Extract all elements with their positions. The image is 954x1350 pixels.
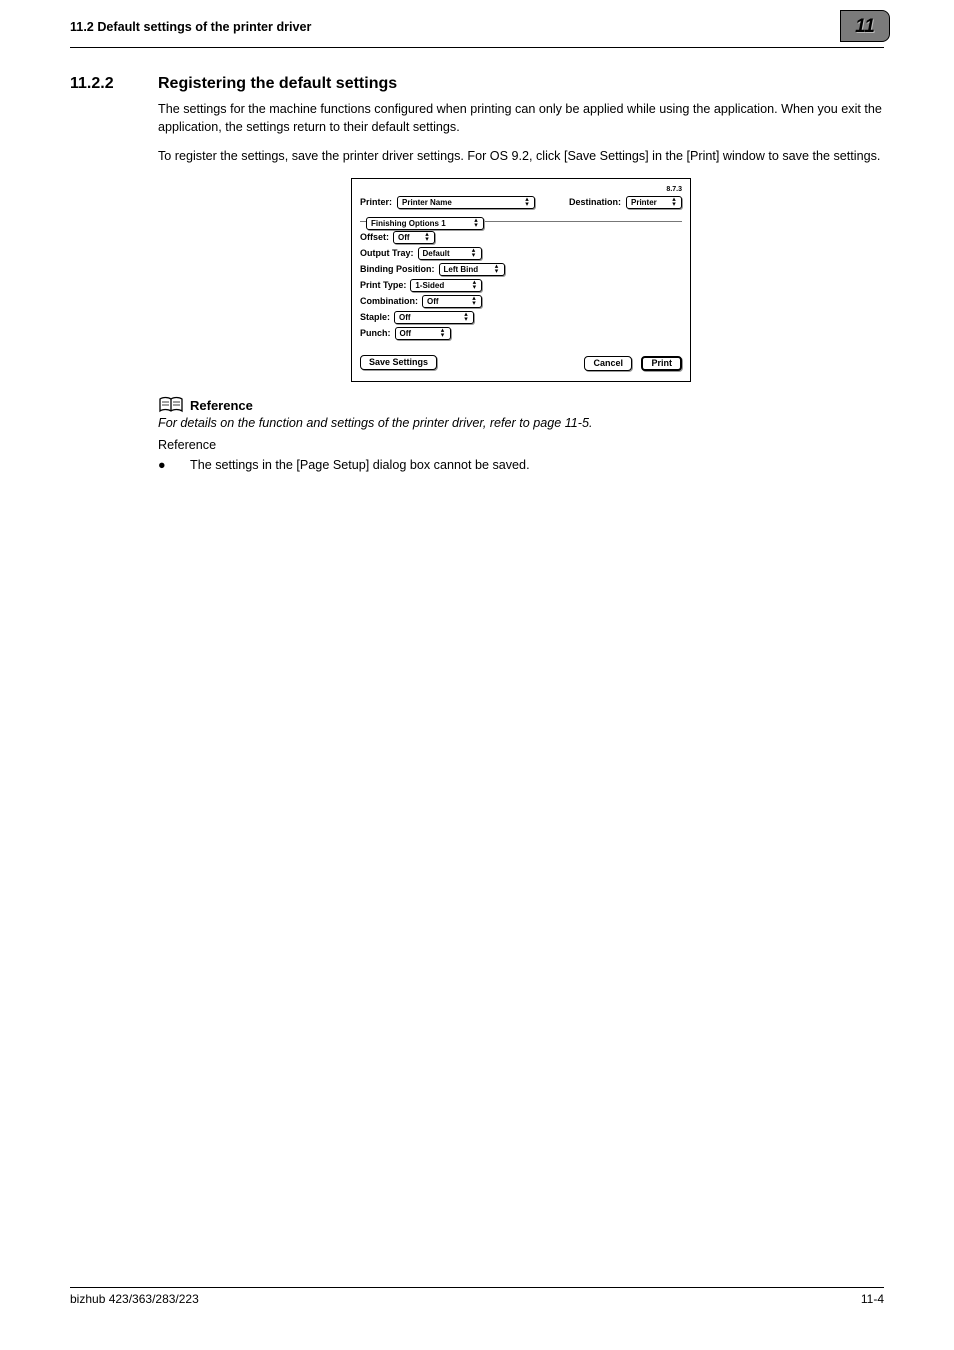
dialog-version: 8.7.3	[360, 185, 682, 195]
print-type-value: 1-Sided	[415, 280, 444, 291]
header-section-label: 11.2 Default settings of the printer dri…	[70, 20, 311, 34]
punch-select[interactable]: Off	[395, 327, 451, 340]
reference-subheading: Reference	[158, 438, 884, 452]
output-tray-value: Default	[423, 248, 450, 259]
output-tray-select[interactable]: Default	[418, 247, 482, 260]
staple-value: Off	[399, 312, 411, 323]
book-icon	[158, 396, 184, 414]
select-arrows-icon	[472, 218, 480, 228]
save-settings-button[interactable]: Save Settings	[360, 355, 437, 370]
select-arrows-icon	[470, 248, 478, 258]
reference-text: For details on the function and settings…	[158, 416, 884, 430]
punch-label: Punch:	[360, 327, 391, 340]
binding-position-select[interactable]: Left Bind	[439, 263, 505, 276]
print-button[interactable]: Print	[641, 356, 682, 371]
binding-position-value: Left Bind	[444, 264, 479, 275]
destination-select-value: Printer	[631, 197, 657, 208]
reference-heading: Reference	[190, 398, 253, 413]
select-arrows-icon	[423, 232, 431, 242]
select-arrows-icon	[523, 197, 531, 207]
panel-select[interactable]: Finishing Options 1	[366, 217, 484, 230]
reference-heading-row: Reference	[158, 396, 884, 414]
offset-label: Offset:	[360, 231, 389, 244]
footer-page-number: 11-4	[861, 1292, 884, 1306]
destination-label: Destination:	[569, 196, 621, 209]
select-arrows-icon	[439, 328, 447, 338]
printer-select-value: Printer Name	[402, 197, 452, 208]
dialog-buttons: Save Settings Cancel Print	[360, 354, 682, 372]
footer-left: bizhub 423/363/283/223	[70, 1292, 199, 1306]
combination-value: Off	[427, 296, 439, 307]
offset-value: Off	[398, 232, 410, 243]
binding-position-label: Binding Position:	[360, 263, 435, 276]
select-arrows-icon	[462, 312, 470, 322]
print-dialog: 8.7.3 Printer: Printer Name Destination:…	[351, 178, 691, 382]
paragraph-1: The settings for the machine functions c…	[158, 101, 884, 136]
printer-label: Printer:	[360, 196, 392, 209]
chapter-badge: 11	[840, 10, 890, 42]
select-arrows-icon	[470, 280, 478, 290]
select-arrows-icon	[670, 197, 678, 207]
page-content: 11.2.2 Registering the default settings …	[70, 74, 884, 472]
staple-select[interactable]: Off	[394, 311, 474, 324]
staple-label: Staple:	[360, 311, 390, 324]
cancel-button[interactable]: Cancel	[584, 356, 632, 371]
paragraph-2: To register the settings, save the print…	[158, 148, 884, 166]
select-arrows-icon	[470, 296, 478, 306]
printer-select[interactable]: Printer Name	[397, 196, 535, 209]
print-type-label: Print Type:	[360, 279, 406, 292]
dialog-group-bar: Finishing Options 1	[360, 214, 682, 227]
combination-select[interactable]: Off	[422, 295, 482, 308]
page-header: 11.2 Default settings of the printer dri…	[70, 0, 884, 48]
bullet-dot: ●	[158, 458, 190, 472]
output-tray-label: Output Tray:	[360, 247, 414, 260]
chapter-number: 11	[855, 16, 875, 38]
panel-select-value: Finishing Options 1	[371, 218, 446, 229]
dialog-top-row: Printer: Printer Name Destination: Print…	[360, 196, 682, 209]
bullet-text: The settings in the [Page Setup] dialog …	[190, 458, 530, 472]
section-body: The settings for the machine functions c…	[158, 101, 884, 382]
destination-select[interactable]: Printer	[626, 196, 682, 209]
section-title: Registering the default settings	[158, 74, 397, 93]
print-type-select[interactable]: 1-Sided	[410, 279, 482, 292]
section-number: 11.2.2	[70, 74, 158, 93]
offset-select[interactable]: Off	[393, 231, 435, 244]
combination-label: Combination:	[360, 295, 418, 308]
page-footer: bizhub 423/363/283/223 11-4	[70, 1287, 884, 1306]
section-heading-row: 11.2.2 Registering the default settings	[70, 74, 884, 93]
punch-value: Off	[400, 328, 412, 339]
select-arrows-icon	[493, 264, 501, 274]
reference-bullet: ●The settings in the [Page Setup] dialog…	[158, 458, 884, 472]
